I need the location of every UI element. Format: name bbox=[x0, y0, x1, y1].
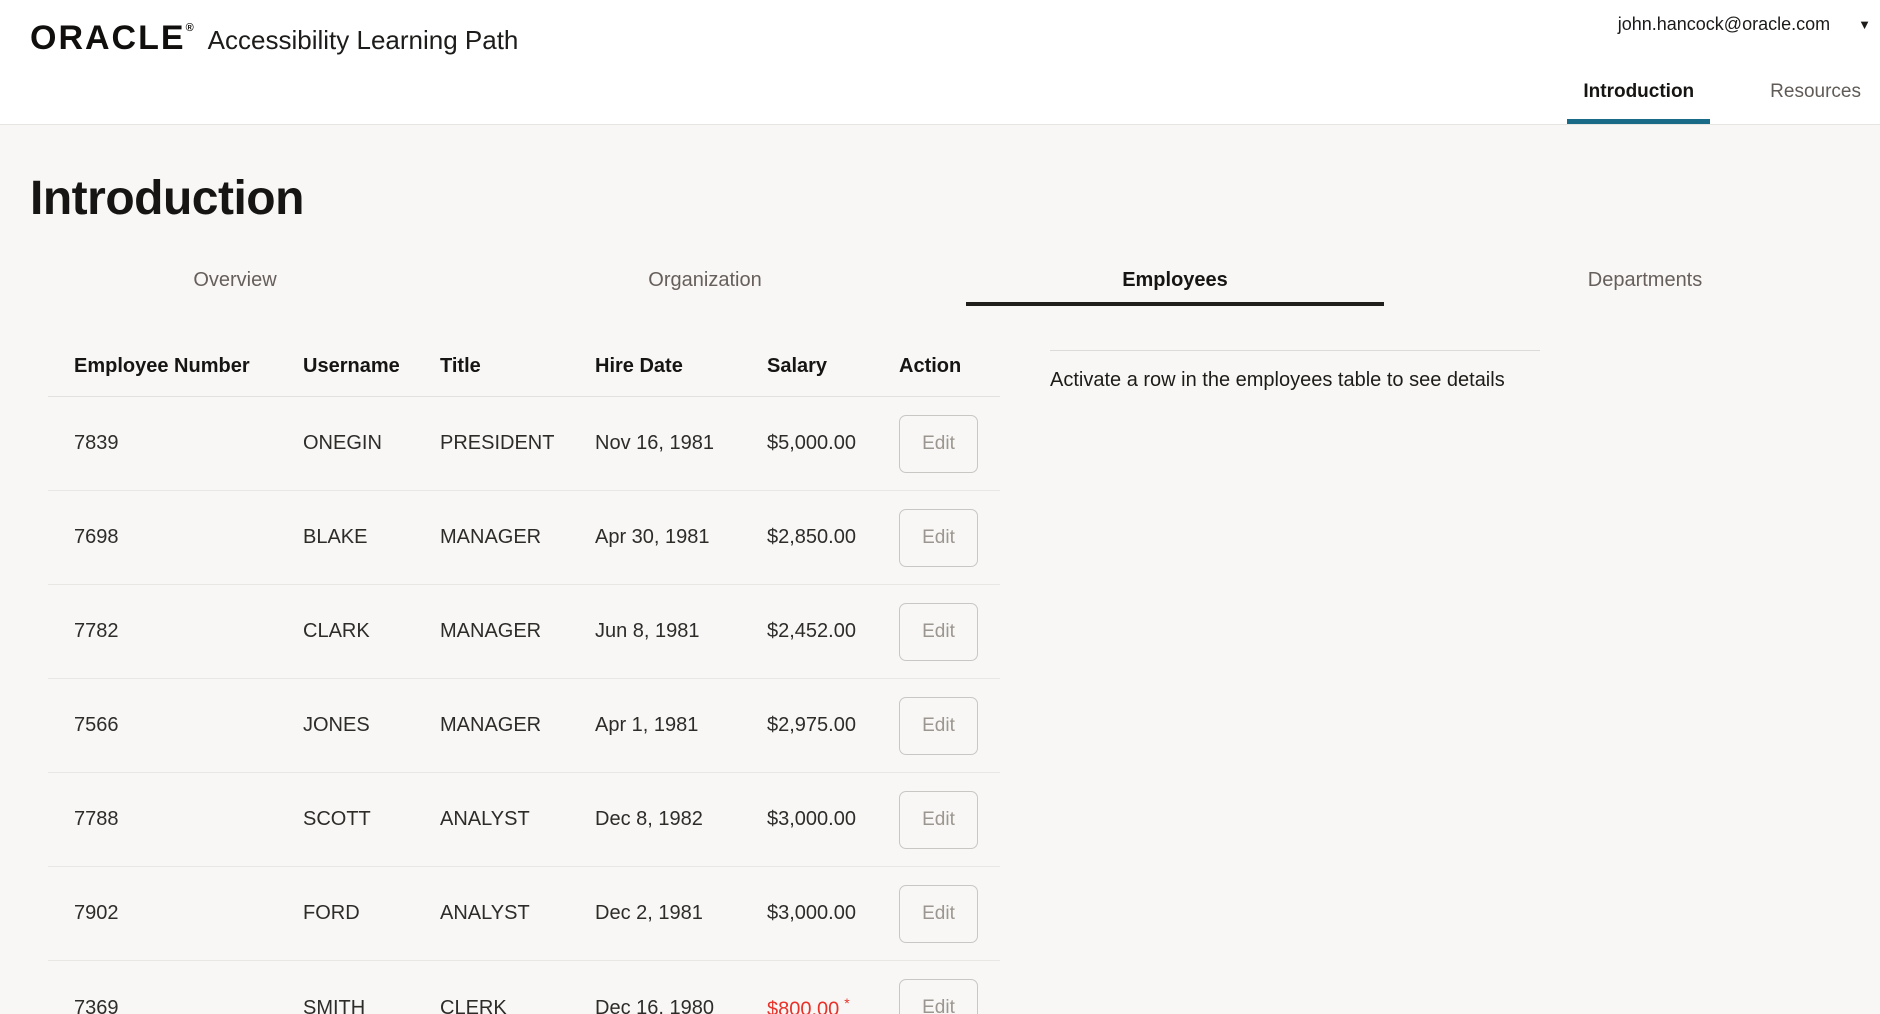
cell-username: FORD bbox=[303, 902, 440, 925]
cell-hire-date: Dec 8, 1982 bbox=[595, 808, 767, 831]
tab-cell: Employees bbox=[940, 268, 1410, 306]
cell-username: JONES bbox=[303, 714, 440, 737]
cell-salary: $2,452.00 bbox=[767, 620, 899, 643]
content-tab-bar: Overview Organization Employees Departme… bbox=[0, 268, 1880, 306]
employees-table-header-row: Employee NumberUsernameTitleHire DateSal… bbox=[48, 336, 1000, 397]
cell-employee-number: 7839 bbox=[48, 432, 303, 455]
cell-salary: $3,000.00 bbox=[767, 902, 899, 925]
employees-table: Employee NumberUsernameTitleHire DateSal… bbox=[48, 336, 1000, 1014]
cell-action: Edit bbox=[899, 603, 1000, 661]
app-title: Accessibility Learning Path bbox=[208, 25, 519, 56]
oracle-logo-text: ORACLE bbox=[30, 19, 186, 57]
cell-action: Edit bbox=[899, 979, 1000, 1014]
app-header: ORACLE® Accessibility Learning Path john… bbox=[0, 0, 1880, 125]
column-header-action: Action bbox=[899, 355, 1000, 378]
column-header-employee-number: Employee Number bbox=[48, 355, 303, 378]
user-account-menu[interactable]: john.hancock@oracle.com ▼ bbox=[1618, 14, 1871, 35]
cell-salary: $800.00* bbox=[767, 995, 899, 1014]
tab-label: Employees bbox=[1122, 269, 1228, 291]
chevron-down-icon[interactable]: ▼ bbox=[1858, 18, 1871, 31]
cell-action: Edit bbox=[899, 885, 1000, 943]
cell-username: BLAKE bbox=[303, 526, 440, 549]
tab-label: Departments bbox=[1588, 269, 1703, 291]
employee-detail-panel: Activate a row in the employees table to… bbox=[1050, 350, 1540, 392]
table-row[interactable]: 7788 SCOTT ANALYST Dec 8, 1982 $3,000.00… bbox=[48, 773, 1000, 867]
cell-salary: $3,000.00 bbox=[767, 808, 899, 831]
cell-title: MANAGER bbox=[440, 526, 595, 549]
nav-item-label: Introduction bbox=[1583, 81, 1694, 102]
cell-action: Edit bbox=[899, 697, 1000, 755]
column-header-salary: Salary bbox=[767, 355, 899, 378]
cell-employee-number: 7902 bbox=[48, 902, 303, 925]
tab-overview[interactable]: Overview bbox=[26, 268, 444, 306]
cell-hire-date: Apr 30, 1981 bbox=[595, 526, 767, 549]
cell-employee-number: 7369 bbox=[48, 997, 303, 1014]
tab-employees[interactable]: Employees bbox=[966, 268, 1384, 306]
table-row[interactable]: 7698 BLAKE MANAGER Apr 30, 1981 $2,850.0… bbox=[48, 491, 1000, 585]
tab-cell: Departments bbox=[1410, 268, 1880, 306]
cell-hire-date: Nov 16, 1981 bbox=[595, 432, 767, 455]
nav-item-label: Resources bbox=[1770, 81, 1861, 102]
cell-action: Edit bbox=[899, 415, 1000, 473]
user-email: john.hancock@oracle.com bbox=[1618, 14, 1830, 35]
edit-button[interactable]: Edit bbox=[899, 697, 978, 755]
cell-username: SCOTT bbox=[303, 808, 440, 831]
brand: ORACLE® Accessibility Learning Path bbox=[30, 6, 518, 60]
edit-button[interactable]: Edit bbox=[899, 415, 978, 473]
cell-hire-date: Dec 2, 1981 bbox=[595, 902, 767, 925]
table-row[interactable]: 7369 SMITH CLERK Dec 16, 1980 $800.00* E… bbox=[48, 961, 1000, 1014]
table-row[interactable]: 7782 CLARK MANAGER Jun 8, 1981 $2,452.00… bbox=[48, 585, 1000, 679]
cell-title: ANALYST bbox=[440, 902, 595, 925]
cell-title: MANAGER bbox=[440, 620, 595, 643]
table-row[interactable]: 7902 FORD ANALYST Dec 2, 1981 $3,000.00 … bbox=[48, 867, 1000, 961]
edit-button[interactable]: Edit bbox=[899, 509, 978, 567]
tab-label: Organization bbox=[648, 269, 761, 291]
salary-alert-asterisk-icon: * bbox=[844, 995, 849, 1011]
cell-action: Edit bbox=[899, 509, 1000, 567]
table-row[interactable]: 7566 JONES MANAGER Apr 1, 1981 $2,975.00… bbox=[48, 679, 1000, 773]
header-nav: Introduction Resources bbox=[1567, 69, 1877, 124]
cell-salary: $5,000.00 bbox=[767, 432, 899, 455]
tab-cell: Overview bbox=[0, 268, 470, 306]
registered-trademark-icon: ® bbox=[186, 22, 194, 34]
column-header-hire-date: Hire Date bbox=[595, 355, 767, 378]
page-title: Introduction bbox=[30, 172, 304, 226]
cell-title: MANAGER bbox=[440, 714, 595, 737]
tab-departments[interactable]: Departments bbox=[1436, 268, 1854, 306]
tab-label: Overview bbox=[193, 269, 276, 291]
edit-button[interactable]: Edit bbox=[899, 791, 978, 849]
cell-username: CLARK bbox=[303, 620, 440, 643]
cell-salary: $2,850.00 bbox=[767, 526, 899, 549]
cell-username: SMITH bbox=[303, 997, 440, 1014]
tab-cell: Organization bbox=[470, 268, 940, 306]
cell-title: ANALYST bbox=[440, 808, 595, 831]
cell-employee-number: 7566 bbox=[48, 714, 303, 737]
employees-table-body: 7839 ONEGIN PRESIDENT Nov 16, 1981 $5,00… bbox=[48, 397, 1000, 1014]
edit-button[interactable]: Edit bbox=[899, 885, 978, 943]
page: ORACLE® Accessibility Learning Path john… bbox=[0, 0, 1880, 1014]
cell-username: ONEGIN bbox=[303, 432, 440, 455]
cell-salary: $2,975.00 bbox=[767, 714, 899, 737]
edit-button[interactable]: Edit bbox=[899, 603, 978, 661]
cell-hire-date: Jun 8, 1981 bbox=[595, 620, 767, 643]
cell-hire-date: Dec 16, 1980 bbox=[595, 997, 767, 1014]
column-header-title: Title bbox=[440, 355, 595, 378]
nav-item-resources[interactable]: Resources bbox=[1754, 69, 1877, 124]
oracle-logo: ORACLE® bbox=[30, 6, 194, 60]
column-header-username: Username bbox=[303, 355, 440, 378]
cell-employee-number: 7782 bbox=[48, 620, 303, 643]
cell-hire-date: Apr 1, 1981 bbox=[595, 714, 767, 737]
cell-title: CLERK bbox=[440, 997, 595, 1014]
detail-panel-message: Activate a row in the employees table to… bbox=[1050, 368, 1540, 392]
table-row[interactable]: 7839 ONEGIN PRESIDENT Nov 16, 1981 $5,00… bbox=[48, 397, 1000, 491]
tab-organization[interactable]: Organization bbox=[496, 268, 914, 306]
edit-button[interactable]: Edit bbox=[899, 979, 978, 1014]
cell-employee-number: 7788 bbox=[48, 808, 303, 831]
nav-item-introduction[interactable]: Introduction bbox=[1567, 69, 1710, 124]
cell-title: PRESIDENT bbox=[440, 432, 595, 455]
cell-employee-number: 7698 bbox=[48, 526, 303, 549]
cell-action: Edit bbox=[899, 791, 1000, 849]
